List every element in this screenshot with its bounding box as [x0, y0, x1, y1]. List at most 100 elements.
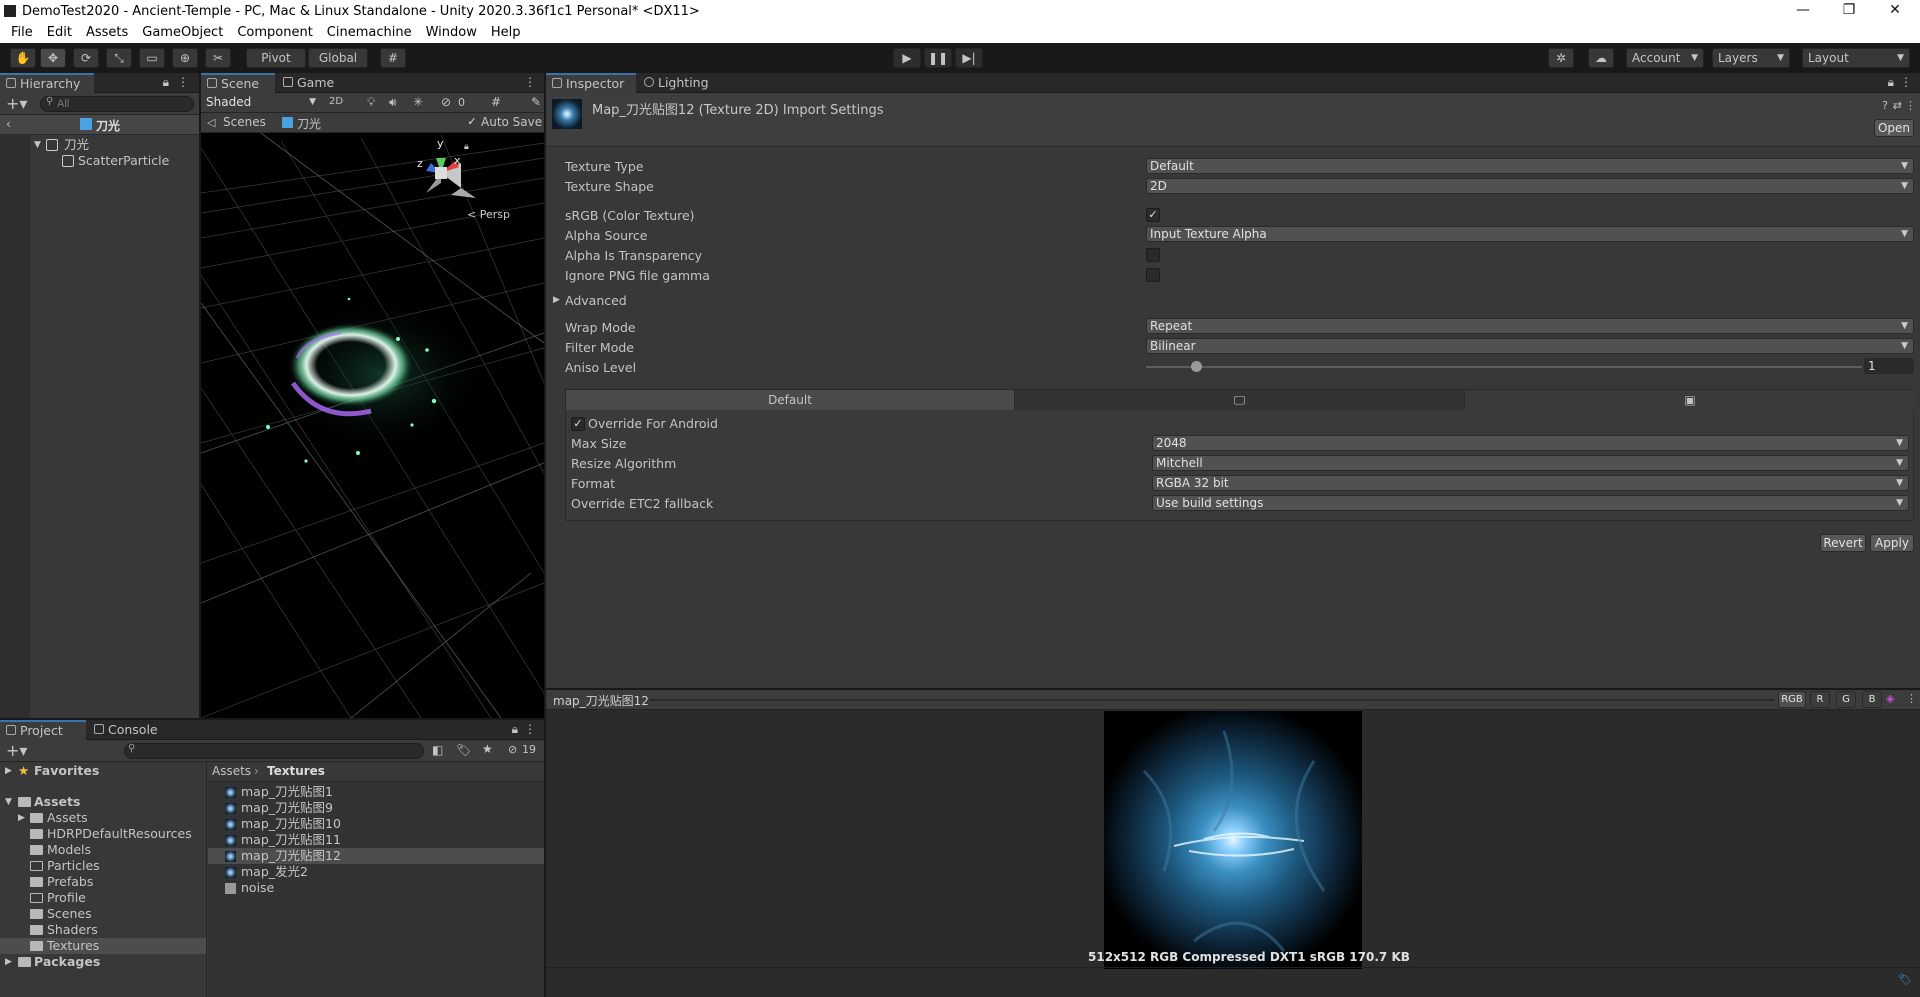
- texture-type-dropdown[interactable]: Default ▼: [1146, 158, 1914, 174]
- wrap-mode-dropdown[interactable]: Repeat ▼: [1146, 318, 1914, 334]
- hand-tool-icon[interactable]: ✋: [10, 48, 36, 68]
- aniso-level-field[interactable]: 1: [1864, 358, 1914, 374]
- ignore-png-checkbox[interactable]: [1146, 268, 1160, 282]
- folder-item[interactable]: ▶ Assets: [0, 810, 206, 826]
- gizmo-lock-icon[interactable]: 🔒︎: [464, 142, 469, 152]
- hidden-packages-icon[interactable]: ⊘: [508, 743, 517, 756]
- menu-gameobject[interactable]: GameObject: [135, 25, 230, 40]
- expand-arrow-icon[interactable]: ▶: [553, 295, 560, 305]
- audio-toggle-icon[interactable]: 🔊︎: [389, 95, 397, 110]
- file-item[interactable]: map_发光2: [208, 864, 544, 880]
- expand-arrow-icon[interactable]: ▶: [5, 954, 12, 970]
- folder-item[interactable]: Shaders: [0, 922, 206, 938]
- search-by-type-icon[interactable]: ◧: [432, 743, 443, 757]
- apply-button[interactable]: Apply: [1870, 534, 1914, 552]
- expand-arrow-icon[interactable]: ▼: [5, 794, 12, 810]
- asset-label-icon[interactable]: 🏷︎: [1898, 973, 1912, 986]
- override-android-checkbox[interactable]: ✓: [571, 417, 585, 431]
- projection-label[interactable]: < Persp: [467, 208, 510, 221]
- format-dropdown[interactable]: RGBA 32 bit ▼: [1152, 475, 1909, 491]
- collab-icon[interactable]: ✲: [1548, 48, 1574, 68]
- search-by-label-icon[interactable]: 🏷︎: [456, 743, 471, 757]
- packages-item[interactable]: ▶ Packages: [0, 954, 206, 970]
- grid-snap-icon[interactable]: #: [380, 48, 406, 68]
- more-options-icon[interactable]: ⋮: [177, 75, 189, 89]
- file-item-selected[interactable]: map_刀光贴图12: [208, 848, 544, 864]
- presets-icon[interactable]: ⇄: [1893, 99, 1902, 112]
- more-options-icon[interactable]: ⋮: [1905, 99, 1916, 112]
- expand-arrow-icon[interactable]: ▶: [5, 763, 12, 779]
- favorites-item[interactable]: ▶ ★ Favorites: [0, 763, 206, 779]
- rect-tool-icon[interactable]: ▭: [139, 48, 165, 68]
- aniso-slider-track[interactable]: [1146, 366, 1862, 368]
- folder-item[interactable]: Models: [0, 842, 206, 858]
- toggle-2d-button[interactable]: 2D: [329, 96, 343, 107]
- tab-platform-standalone[interactable]: 🖵︎: [1015, 390, 1465, 410]
- play-button[interactable]: ▶: [893, 48, 921, 68]
- scene-viewport[interactable]: y z x 🔒︎ < Persp: [201, 133, 544, 718]
- advanced-foldout[interactable]: Advanced: [565, 293, 627, 308]
- alpha-source-dropdown[interactable]: Input Texture Alpha ▼: [1146, 226, 1914, 242]
- folder-item[interactable]: Scenes: [0, 906, 206, 922]
- more-options-icon[interactable]: ⋮: [524, 722, 536, 736]
- max-size-dropdown[interactable]: 2048 ▼: [1152, 435, 1909, 451]
- effects-toggle-icon[interactable]: ✳: [413, 95, 423, 109]
- grid-toggle-icon[interactable]: #: [491, 95, 501, 109]
- open-button[interactable]: Open: [1874, 119, 1914, 137]
- favorite-star-icon[interactable]: ★: [482, 742, 493, 756]
- auto-save-checkbox[interactable]: ✓: [465, 116, 479, 130]
- menu-window[interactable]: Window: [419, 25, 484, 40]
- step-button[interactable]: ▶|: [955, 48, 983, 68]
- lock-icon[interactable]: 🔒︎: [163, 75, 169, 90]
- folder-item[interactable]: Prefabs: [0, 874, 206, 890]
- tab-platform-default[interactable]: Default: [566, 390, 1015, 410]
- menu-help[interactable]: Help: [484, 25, 528, 40]
- alpha-transparency-checkbox[interactable]: [1146, 248, 1160, 262]
- project-search-input[interactable]: [124, 743, 424, 759]
- tab-console[interactable]: Console: [88, 720, 168, 740]
- shading-dropdown[interactable]: Shaded ▼: [203, 95, 321, 111]
- file-item[interactable]: map_刀光贴图1: [208, 784, 544, 800]
- menu-cinemachine[interactable]: Cinemachine: [320, 25, 419, 40]
- cloud-icon[interactable]: ☁: [1588, 48, 1614, 68]
- tab-project[interactable]: Project: [0, 720, 86, 740]
- channel-b-button[interactable]: B: [1862, 691, 1882, 708]
- breadcrumb-scenes[interactable]: Scenes: [223, 115, 266, 129]
- etc2-fallback-dropdown[interactable]: Use build settings ▼: [1152, 495, 1909, 511]
- tab-game[interactable]: Game: [277, 73, 341, 93]
- folder-item-selected[interactable]: Textures: [0, 938, 206, 954]
- breadcrumb-assets[interactable]: Assets: [212, 764, 251, 778]
- hierarchy-item[interactable]: ▼ 刀光: [0, 137, 199, 153]
- lock-icon[interactable]: 🔒︎: [1888, 75, 1894, 90]
- assets-root-item[interactable]: ▼ Assets: [0, 794, 206, 810]
- breadcrumb-textures[interactable]: Textures: [267, 764, 325, 778]
- file-item[interactable]: noise: [208, 880, 544, 896]
- hierarchy-item[interactable]: ScatterParticle: [0, 153, 199, 169]
- tab-lighting[interactable]: Lighting: [638, 73, 718, 93]
- add-icon[interactable]: +▾: [6, 94, 27, 113]
- breadcrumb-prefab[interactable]: 刀光: [297, 115, 321, 132]
- move-tool-icon[interactable]: ✥: [40, 48, 66, 68]
- file-item[interactable]: map_刀光贴图9: [208, 800, 544, 816]
- channel-r-button[interactable]: R: [1810, 691, 1830, 708]
- gizmos-icon[interactable]: ✎: [531, 95, 541, 109]
- layout-dropdown[interactable]: Layout ▼: [1802, 48, 1910, 68]
- expand-arrow-icon[interactable]: ▶: [18, 810, 25, 826]
- channel-rgb-button[interactable]: RGB: [1778, 691, 1806, 708]
- menu-file[interactable]: File: [4, 25, 40, 40]
- folder-item[interactable]: Profile: [0, 890, 206, 906]
- maximize-button[interactable]: ❐: [1826, 0, 1872, 22]
- account-dropdown[interactable]: Account ▼: [1626, 48, 1704, 68]
- pivot-button[interactable]: Pivot: [246, 48, 306, 68]
- srgb-checkbox[interactable]: ✓: [1146, 208, 1160, 222]
- alpha-channel-icon[interactable]: ◈: [1886, 692, 1894, 705]
- lock-icon[interactable]: 🔒︎: [512, 722, 518, 737]
- tab-platform-android[interactable]: ▣: [1465, 390, 1915, 410]
- channel-g-button[interactable]: G: [1836, 691, 1856, 708]
- custom-tool-icon[interactable]: ✂: [205, 48, 231, 68]
- hierarchy-search-input[interactable]: [40, 96, 194, 112]
- aniso-slider-thumb[interactable]: [1191, 361, 1202, 372]
- orientation-gizmo[interactable]: [426, 158, 476, 198]
- menu-edit[interactable]: Edit: [40, 25, 79, 40]
- minimize-button[interactable]: —: [1780, 0, 1826, 22]
